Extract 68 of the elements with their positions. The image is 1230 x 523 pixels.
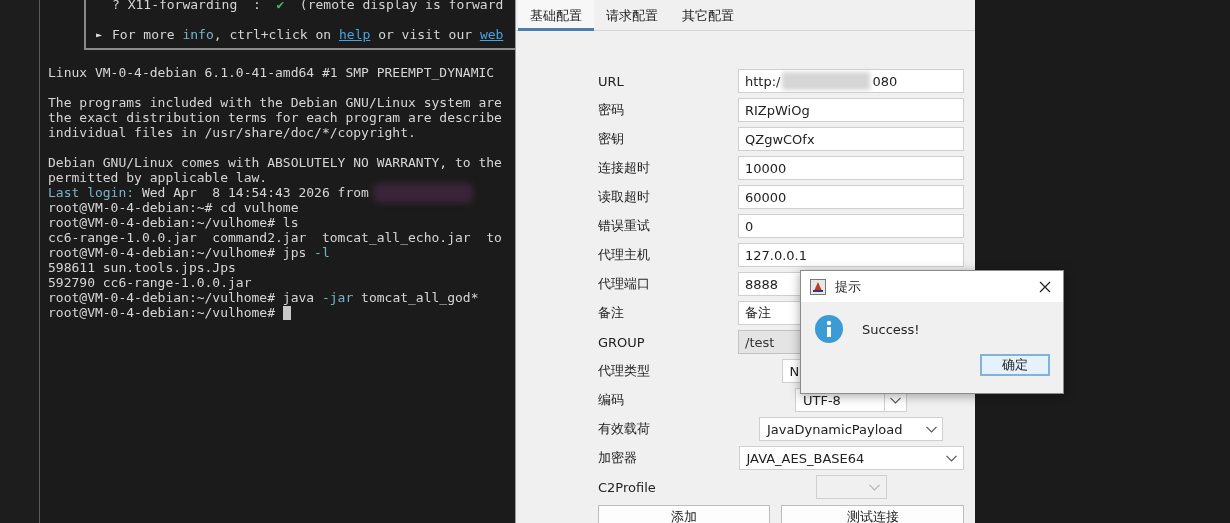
field-label: 错误重试 bbox=[598, 217, 651, 235]
tab[interactable]: 其它配置 bbox=[670, 0, 746, 31]
input-field[interactable]: 10000 bbox=[738, 156, 964, 180]
input-field[interactable]: http:/ 080 bbox=[738, 69, 964, 93]
terminal-text: root@VM-0-4-debian:~/vulhome# bbox=[48, 305, 276, 320]
field-label: 代理端口 bbox=[598, 275, 651, 293]
input-field[interactable]: 0 bbox=[738, 214, 964, 238]
chevron-down-icon bbox=[890, 396, 901, 404]
terminal-text: root@VM-0-4-debian:~# cd vulhome bbox=[48, 200, 299, 215]
input-field[interactable]: QZgwCOfx bbox=[738, 127, 964, 151]
chevron-down-icon bbox=[869, 483, 880, 491]
terminal-text: root@VM-0-4-debian:~/vulhome# java bbox=[48, 290, 316, 305]
terminal-text: Linux VM-0-4-debian 6.1.0-41-amd64 #1 SMP PREEMPT_DYNAMIC bbox=[48, 65, 495, 80]
field-label: C2Profile bbox=[598, 479, 657, 495]
action-button[interactable]: 添加 bbox=[598, 505, 770, 523]
terminal-text: tomcat_all_god* bbox=[360, 290, 479, 305]
field-label: GROUP bbox=[598, 334, 646, 350]
terminal-text: 598611 sun.tools.jps.Jps bbox=[48, 260, 236, 275]
field-label: 代理类型 bbox=[598, 362, 651, 380]
terminal-text: root@VM-0-4-debian:~/vulhome# jps bbox=[48, 245, 308, 260]
terminal-link[interactable]: help bbox=[339, 27, 371, 42]
dialog-title: 提示 bbox=[835, 277, 862, 296]
terminal-link[interactable]: web bbox=[479, 27, 504, 42]
bullet-text: ► bbox=[96, 28, 104, 42]
terminal-text: info bbox=[182, 27, 214, 42]
chevron-down-icon bbox=[925, 425, 937, 433]
terminal-text: the exact distribution terms for each program are describe bbox=[48, 110, 502, 125]
field-label: 连接超时 bbox=[598, 159, 651, 177]
terminal-text: individual files in /usr/share/doc/*/copyright. bbox=[48, 125, 416, 140]
close-icon[interactable] bbox=[1039, 280, 1051, 293]
field-label: 有效载荷 bbox=[598, 420, 651, 438]
input-field[interactable]: 60000 bbox=[738, 185, 964, 209]
dialog-message: Success! bbox=[862, 321, 920, 337]
terminal-text: Debian GNU/Linux comes with ABSOLUTELY NO WARRANTY, to the bbox=[48, 155, 502, 170]
info-icon bbox=[815, 315, 843, 343]
action-button[interactable]: 测试连接 bbox=[781, 505, 964, 523]
field-label: 备注 bbox=[598, 304, 625, 322]
app-icon bbox=[810, 278, 826, 295]
terminal-text: or visit our bbox=[377, 27, 474, 42]
field-label: 密码 bbox=[598, 101, 625, 119]
terminal-text: ? X11-forwarding : bbox=[112, 0, 262, 12]
field-label: 代理主机 bbox=[598, 246, 651, 264]
terminal-text: -jar bbox=[321, 290, 354, 305]
terminal-text: For more bbox=[112, 27, 176, 42]
chevron-down-icon bbox=[946, 454, 957, 462]
field-label: 编码 bbox=[598, 391, 625, 409]
tab[interactable]: 请求配置 bbox=[594, 0, 670, 31]
field-label: 读取超时 bbox=[598, 188, 651, 206]
ok-button[interactable]: 确定 bbox=[980, 354, 1050, 376]
field-label: URL bbox=[598, 73, 625, 89]
terminal-text: 592790 cc6-range-1.0.0.jar bbox=[48, 275, 252, 290]
field-text: 080 bbox=[872, 73, 898, 89]
terminal-text: The programs included with the Debian GNU/Linux system are bbox=[48, 95, 502, 110]
dropdown[interactable]: JavaDynamicPayload bbox=[759, 417, 943, 441]
terminal-text: root@VM-0-4-debian:~/vulhome# ls bbox=[48, 215, 299, 230]
terminal-text: permitted by applicable law. bbox=[48, 170, 268, 185]
terminal-text: , ctrl+click on bbox=[213, 27, 333, 42]
terminal-text: cc6-range-1.0.0.jar command2.jar tomcat_all_echo.jar to bbox=[48, 230, 502, 245]
input-field[interactable]: 127.0.0.1 bbox=[738, 243, 964, 267]
terminal-text: Wed Apr 8 14:54:43 2026 from bbox=[140, 185, 369, 200]
field-label: 密钥 bbox=[598, 130, 625, 148]
terminal-text: -l bbox=[314, 245, 330, 260]
dropdown[interactable]: JAVA_AES_BASE64 bbox=[738, 446, 964, 470]
check-mark-text: ✔ bbox=[276, 0, 285, 12]
terminal-text: Last login: bbox=[48, 185, 135, 200]
input-field[interactable]: RIZpWiOg bbox=[738, 98, 964, 122]
field-label: 加密器 bbox=[598, 449, 638, 467]
tab[interactable]: 基础配置 bbox=[518, 0, 594, 31]
